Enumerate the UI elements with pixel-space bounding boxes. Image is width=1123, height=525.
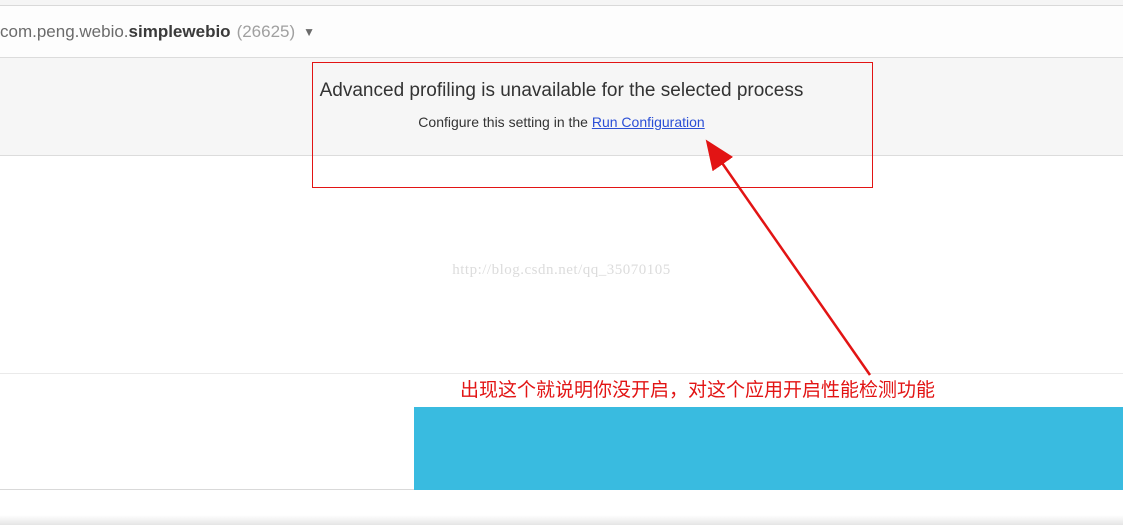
process-selector-bar: com.peng.webio.simplewebio (26625) ▼ xyxy=(0,6,1123,58)
process-selector[interactable]: com.peng.webio.simplewebio (26625) ▼ xyxy=(0,22,315,42)
dropdown-caret-icon: ▼ xyxy=(303,25,315,39)
bottom-shadow xyxy=(0,515,1123,525)
run-configuration-link[interactable]: Run Configuration xyxy=(592,114,705,130)
profiler-timeline-block xyxy=(414,407,1123,490)
profiling-notice-sub-prefix: Configure this setting in the xyxy=(418,114,592,130)
annotation-text: 出现这个就说明你没开启，对这个应用开启性能检测功能 xyxy=(460,375,935,402)
profiler-empty-area xyxy=(0,156,1123,374)
profiling-notice-subtext: Configure this setting in the Run Config… xyxy=(0,114,1123,130)
process-package-prefix: com.peng.webio. xyxy=(0,22,129,42)
process-package-name: simplewebio xyxy=(129,22,231,42)
profiling-notice: Advanced profiling is unavailable for th… xyxy=(0,58,1123,156)
process-pid: (26625) xyxy=(237,22,296,42)
profiling-notice-heading: Advanced profiling is unavailable for th… xyxy=(0,80,1123,102)
